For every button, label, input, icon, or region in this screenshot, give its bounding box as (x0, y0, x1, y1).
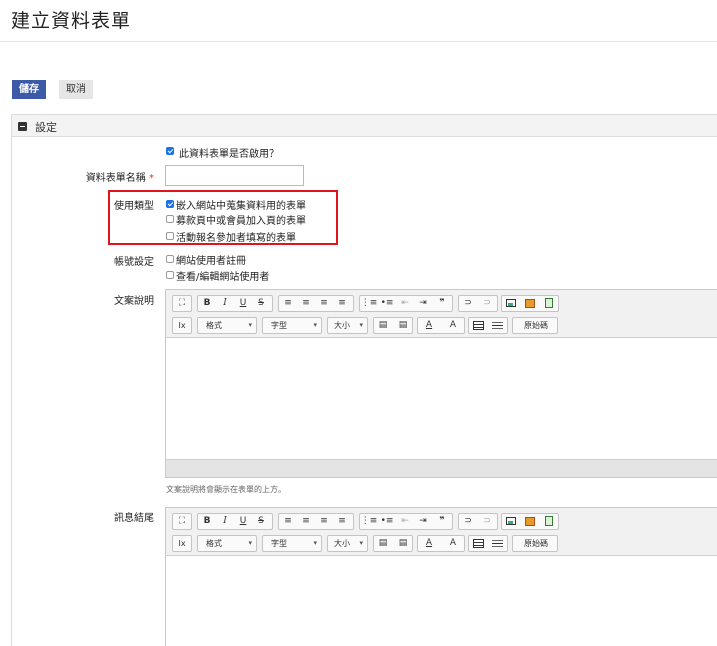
description-hint: 文案說明將會顯示在表單的上方。 (166, 485, 286, 494)
image-icon[interactable] (506, 299, 516, 307)
align-left-icon[interactable]: ≡ (279, 514, 297, 529)
align-left-icon[interactable]: ≡ (279, 296, 297, 311)
align-center-icon[interactable]: ≡ (297, 514, 315, 529)
font-dropdown[interactable]: 字型 ▾ (262, 317, 322, 334)
table-icon[interactable] (473, 539, 484, 548)
outdent-icon[interactable]: ⇤ (396, 296, 414, 311)
link-icon[interactable]: ⊃ (459, 514, 477, 529)
document-icon[interactable] (545, 298, 553, 308)
usage-option-event-label: 活動報名參加者填寫的表單 (176, 233, 296, 244)
maximize-icon[interactable]: ⛶ (173, 514, 191, 529)
maximize-icon[interactable]: ⛶ (173, 296, 191, 311)
account-edit-checkbox[interactable] (166, 271, 174, 279)
enabled-checkbox[interactable] (166, 147, 174, 155)
format-dropdown[interactable]: 格式 ▾ (197, 317, 257, 334)
size-dropdown[interactable]: 大小 ▾ (327, 535, 368, 552)
italic-button[interactable]: I (216, 514, 234, 529)
page-title: 建立資料表單 (11, 10, 132, 32)
bullet-list-icon[interactable]: •≡ (378, 296, 396, 311)
blockquote-icon[interactable]: ❞ (433, 296, 451, 311)
size-dropdown[interactable]: 大小 ▾ (327, 317, 368, 334)
account-settings-label: 帳號設定 (114, 257, 154, 268)
usage-option-event-checkbox[interactable] (166, 232, 174, 240)
remove-format-icon[interactable]: Ix (173, 536, 191, 551)
table-icon[interactable] (473, 321, 484, 330)
message-editor: ⛶ B I U S ≡ ≡ ≡ ≡ ⋮≡ •≡ ⇤ ⇥ ❞ ⊃ ⊃ Ix 格式 … (165, 507, 717, 646)
collapse-icon[interactable] (18, 122, 27, 131)
form-name-input[interactable] (165, 165, 304, 186)
usage-option-embed-checkbox[interactable] (166, 200, 174, 208)
image-icon[interactable] (506, 517, 516, 525)
bullet-list-icon[interactable]: •≡ (378, 514, 396, 529)
message-label: 訊息結尾 (114, 513, 154, 524)
source-button[interactable]: 原始碼 (515, 318, 557, 333)
account-register-label: 網站使用者註冊 (176, 256, 246, 267)
outdent-icon[interactable]: ⇤ (396, 514, 414, 529)
underline-button[interactable]: U (234, 296, 252, 311)
save-button[interactable]: 儲存 (12, 80, 46, 99)
usage-type-label: 使用類型 (114, 201, 154, 212)
usage-option-donation-checkbox[interactable] (166, 215, 174, 223)
cancel-button[interactable]: 取消 (59, 80, 93, 99)
text-color-icon[interactable]: A (418, 318, 440, 333)
usage-option-donation-label: 募款頁中或會員加入頁的表單 (176, 216, 306, 227)
align-right-icon[interactable]: ≡ (315, 296, 333, 311)
account-edit-label: 查看/編輯網站使用者 (176, 272, 270, 283)
indent-icon[interactable]: ⇥ (414, 296, 432, 311)
bold-button[interactable]: B (198, 514, 216, 529)
unlink-icon[interactable]: ⊃ (478, 296, 496, 311)
document-icon[interactable] (545, 516, 553, 526)
ordered-list-icon[interactable]: ⋮≡ (360, 296, 378, 311)
italic-button[interactable]: I (216, 296, 234, 311)
required-mark: * (149, 173, 154, 184)
message-editor-toolbar: ⛶ B I U S ≡ ≡ ≡ ≡ ⋮≡ •≡ ⇤ ⇥ ❞ ⊃ ⊃ Ix 格式 … (166, 508, 717, 556)
link-icon[interactable]: ⊃ (459, 296, 477, 311)
page-header: 建立資料表單 (0, 0, 717, 42)
horizontal-rule-icon[interactable] (492, 540, 503, 547)
text-color-icon[interactable]: A (418, 536, 440, 551)
paste-icon[interactable]: ▤ (374, 318, 392, 333)
message-content[interactable] (166, 556, 717, 646)
enabled-label: 此資料表單是否啟用？ (179, 149, 279, 160)
underline-button[interactable]: U (234, 514, 252, 529)
justify-icon[interactable]: ≡ (333, 514, 351, 529)
align-center-icon[interactable]: ≡ (297, 296, 315, 311)
flash-icon[interactable] (525, 517, 535, 526)
format-dropdown[interactable]: 格式 ▾ (197, 535, 257, 552)
remove-format-icon[interactable]: Ix (173, 318, 191, 333)
font-dropdown[interactable]: 字型 ▾ (262, 535, 322, 552)
paste-text-icon[interactable]: ▤ (394, 318, 412, 333)
blockquote-icon[interactable]: ❞ (433, 514, 451, 529)
description-editor-footer (166, 459, 717, 477)
paste-text-icon[interactable]: ▤ (394, 536, 412, 551)
strike-button[interactable]: S (252, 296, 270, 311)
strike-button[interactable]: S (252, 514, 270, 529)
account-register-checkbox[interactable] (166, 255, 174, 263)
source-button[interactable]: 原始碼 (515, 536, 557, 551)
settings-title: 設定 (35, 121, 57, 134)
align-right-icon[interactable]: ≡ (315, 514, 333, 529)
settings-panel-header[interactable]: 設定 (12, 115, 717, 137)
unlink-icon[interactable]: ⊃ (478, 514, 496, 529)
bold-button[interactable]: B (198, 296, 216, 311)
horizontal-rule-icon[interactable] (492, 322, 503, 329)
description-editor-toolbar: ⛶ B I U S ≡ ≡ ≡ ≡ ⋮≡ •≡ ⇤ ⇥ ❞ ⊃ ⊃ Ix 格式 … (166, 290, 717, 338)
description-content[interactable] (166, 338, 717, 459)
justify-icon[interactable]: ≡ (333, 296, 351, 311)
ordered-list-icon[interactable]: ⋮≡ (360, 514, 378, 529)
form-name-label: 資料表單名稱 * (85, 173, 154, 184)
paste-icon[interactable]: ▤ (374, 536, 392, 551)
bg-color-icon[interactable]: A (442, 318, 464, 333)
flash-icon[interactable] (525, 299, 535, 308)
description-label: 文案說明 (114, 296, 154, 307)
usage-option-embed-label: 嵌入網站中蒐集資料用的表單 (176, 201, 306, 212)
bg-color-icon[interactable]: A (442, 536, 464, 551)
indent-icon[interactable]: ⇥ (414, 514, 432, 529)
description-editor: ⛶ B I U S ≡ ≡ ≡ ≡ ⋮≡ •≡ ⇤ ⇥ ❞ ⊃ ⊃ Ix 格式 … (165, 289, 717, 478)
